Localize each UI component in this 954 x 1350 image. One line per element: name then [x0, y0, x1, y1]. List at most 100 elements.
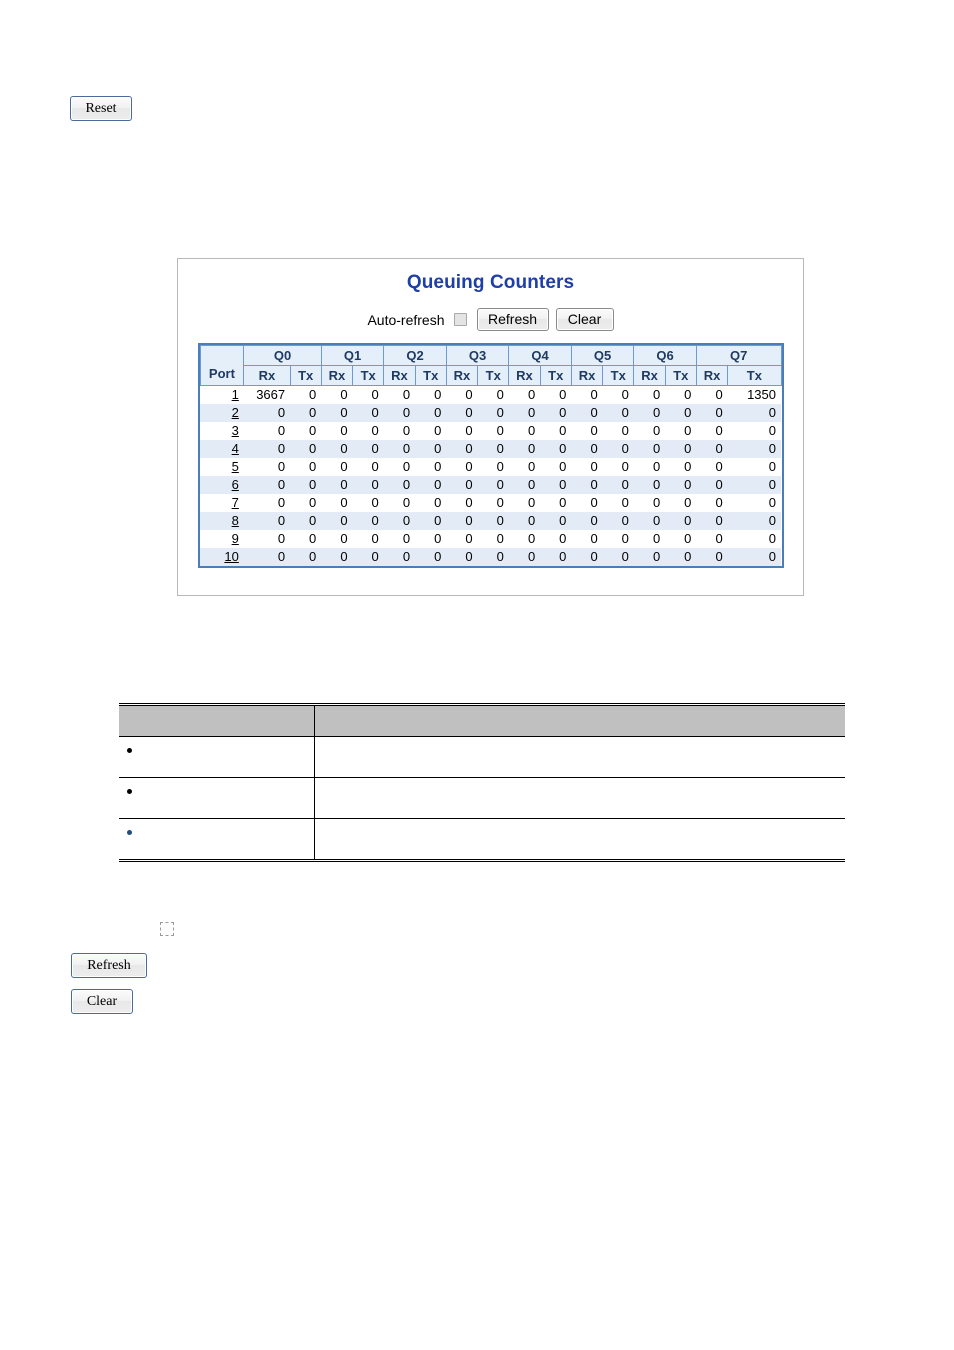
counter-cell: 0 — [290, 385, 322, 404]
counter-cell: 0 — [602, 548, 634, 566]
counter-cell: 0 — [477, 440, 509, 458]
counter-cell: 0 — [415, 458, 447, 476]
column-subheader-q2-rx: Rx — [383, 365, 416, 386]
column-subheader-q0-tx: Tx — [289, 365, 322, 386]
counter-cell: 0 — [633, 422, 666, 440]
subheader-row: Rx Tx Rx Tx Rx Tx Rx Tx Rx Tx Rx Tx Rx Tx Rx Tx — [200, 365, 782, 386]
counter-cell: 0 — [727, 458, 781, 476]
port-link[interactable]: 3 — [232, 423, 239, 438]
counter-cell: 0 — [415, 512, 447, 530]
auto-refresh-checkbox-legend[interactable] — [160, 922, 174, 936]
port-cell: 9 — [200, 530, 244, 548]
counter-cell: 0 — [477, 512, 509, 530]
column-subheader-q4-tx: Tx — [539, 365, 572, 386]
refresh-button[interactable]: Refresh — [476, 308, 549, 331]
auto-refresh-checkbox[interactable] — [453, 313, 467, 326]
counter-cell: 0 — [602, 494, 634, 512]
counter-cell: 0 — [571, 494, 603, 512]
column-subheader-q6-rx: Rx — [633, 365, 666, 386]
port-link[interactable]: 6 — [232, 477, 239, 492]
bullet-icon — [127, 830, 132, 835]
column-header-port: Port — [199, 345, 245, 386]
column-subheader-q3-rx: Rx — [445, 365, 479, 386]
counter-cell: 0 — [446, 440, 478, 458]
table-row: 20000000000000000 — [200, 404, 781, 422]
column-header-q7: Q7 — [695, 345, 782, 366]
table-row: 60000000000000000 — [200, 476, 781, 494]
port-cell: 4 — [200, 440, 244, 458]
column-subheader-q0-rx: Rx — [243, 365, 291, 386]
counter-cell: 0 — [696, 404, 728, 422]
counter-cell: 0 — [243, 530, 291, 548]
port-cell: 3 — [200, 422, 244, 440]
counter-cell: 0 — [727, 530, 781, 548]
counter-cell: 0 — [243, 494, 291, 512]
queuing-counters-panel: Queuing Counters Auto-refresh Refresh Cl… — [177, 258, 804, 596]
counter-cell: 0 — [696, 385, 728, 404]
counter-cell: 0 — [696, 512, 728, 530]
counter-cell: 0 — [571, 512, 603, 530]
counter-cell: 0 — [696, 494, 728, 512]
counter-cell: 0 — [290, 512, 322, 530]
description-row — [119, 818, 845, 861]
counter-cell: 0 — [665, 458, 697, 476]
counter-cell: 0 — [321, 548, 353, 566]
counter-cell: 0 — [477, 476, 509, 494]
clear-button[interactable]: Clear — [555, 308, 614, 331]
refresh-button-legend[interactable]: Refresh — [71, 953, 147, 978]
reset-button[interactable]: Reset — [70, 96, 132, 121]
port-link[interactable]: 2 — [232, 405, 239, 420]
counter-cell: 3667 — [243, 385, 291, 404]
counter-cell: 0 — [415, 530, 447, 548]
port-cell: 6 — [200, 476, 244, 494]
counter-cell: 0 — [321, 512, 353, 530]
bullet-icon — [127, 748, 132, 753]
port-link[interactable]: 7 — [232, 495, 239, 510]
table-row: 1 3667 0 0 0 0 0 0 0 0 0 0 0 0 0 0 1350 — [200, 385, 781, 404]
description-row — [119, 736, 845, 778]
counter-cell: 0 — [352, 512, 384, 530]
description-text-cell — [314, 818, 845, 861]
counter-cell: 0 — [727, 440, 781, 458]
counter-cell: 0 — [665, 385, 697, 404]
queue-header-row: Port Q0 Q1 Q2 Q3 Q4 Q5 Q6 Q7 — [199, 345, 782, 386]
counter-cell: 0 — [665, 530, 697, 548]
port-link[interactable]: 5 — [232, 459, 239, 474]
counter-cell: 0 — [602, 512, 634, 530]
counter-cell: 0 — [383, 530, 416, 548]
description-table — [119, 703, 845, 862]
port-link[interactable]: 1 — [232, 387, 239, 402]
description-header-row — [119, 704, 845, 737]
counter-cell: 0 — [446, 422, 478, 440]
description-text-cell — [314, 777, 845, 819]
counter-cell: 0 — [321, 422, 353, 440]
clear-button-legend[interactable]: Clear — [71, 989, 133, 1014]
counter-cell: 0 — [508, 422, 541, 440]
counter-cell: 0 — [383, 422, 416, 440]
counter-cell: 0 — [415, 440, 447, 458]
counter-cell: 0 — [540, 494, 572, 512]
port-link[interactable]: 4 — [232, 441, 239, 456]
queuing-counters-table-container: Port Q0 Q1 Q2 Q3 Q4 Q5 Q6 Q7 Rx Tx Rx Tx Rx Tx Rx Tx Rx… — [197, 343, 784, 568]
counter-cell: 0 — [352, 494, 384, 512]
port-link[interactable]: 10 — [224, 549, 238, 564]
counter-cell: 0 — [290, 494, 322, 512]
counter-cell: 0 — [477, 404, 509, 422]
queuing-counters-table: Port Q0 Q1 Q2 Q3 Q4 Q5 Q6 Q7 Rx Tx Rx Tx Rx Tx Rx Tx Rx… — [199, 345, 782, 566]
description-header-object — [119, 704, 315, 737]
port-link[interactable]: 9 — [232, 531, 239, 546]
counter-cell: 0 — [571, 458, 603, 476]
counter-cell: 0 — [415, 404, 447, 422]
description-term-cell — [119, 736, 315, 778]
counter-cell: 0 — [540, 458, 572, 476]
counter-cell: 0 — [571, 404, 603, 422]
port-link[interactable]: 8 — [232, 513, 239, 528]
counter-cell: 0 — [243, 512, 291, 530]
counter-cell: 0 — [446, 530, 478, 548]
counter-cell: 0 — [665, 440, 697, 458]
column-subheader-q7-tx: Tx — [727, 365, 782, 386]
counter-cell: 0 — [383, 512, 416, 530]
counter-cell: 0 — [477, 385, 509, 404]
counter-cell: 0 — [602, 422, 634, 440]
counter-cell: 0 — [352, 404, 384, 422]
